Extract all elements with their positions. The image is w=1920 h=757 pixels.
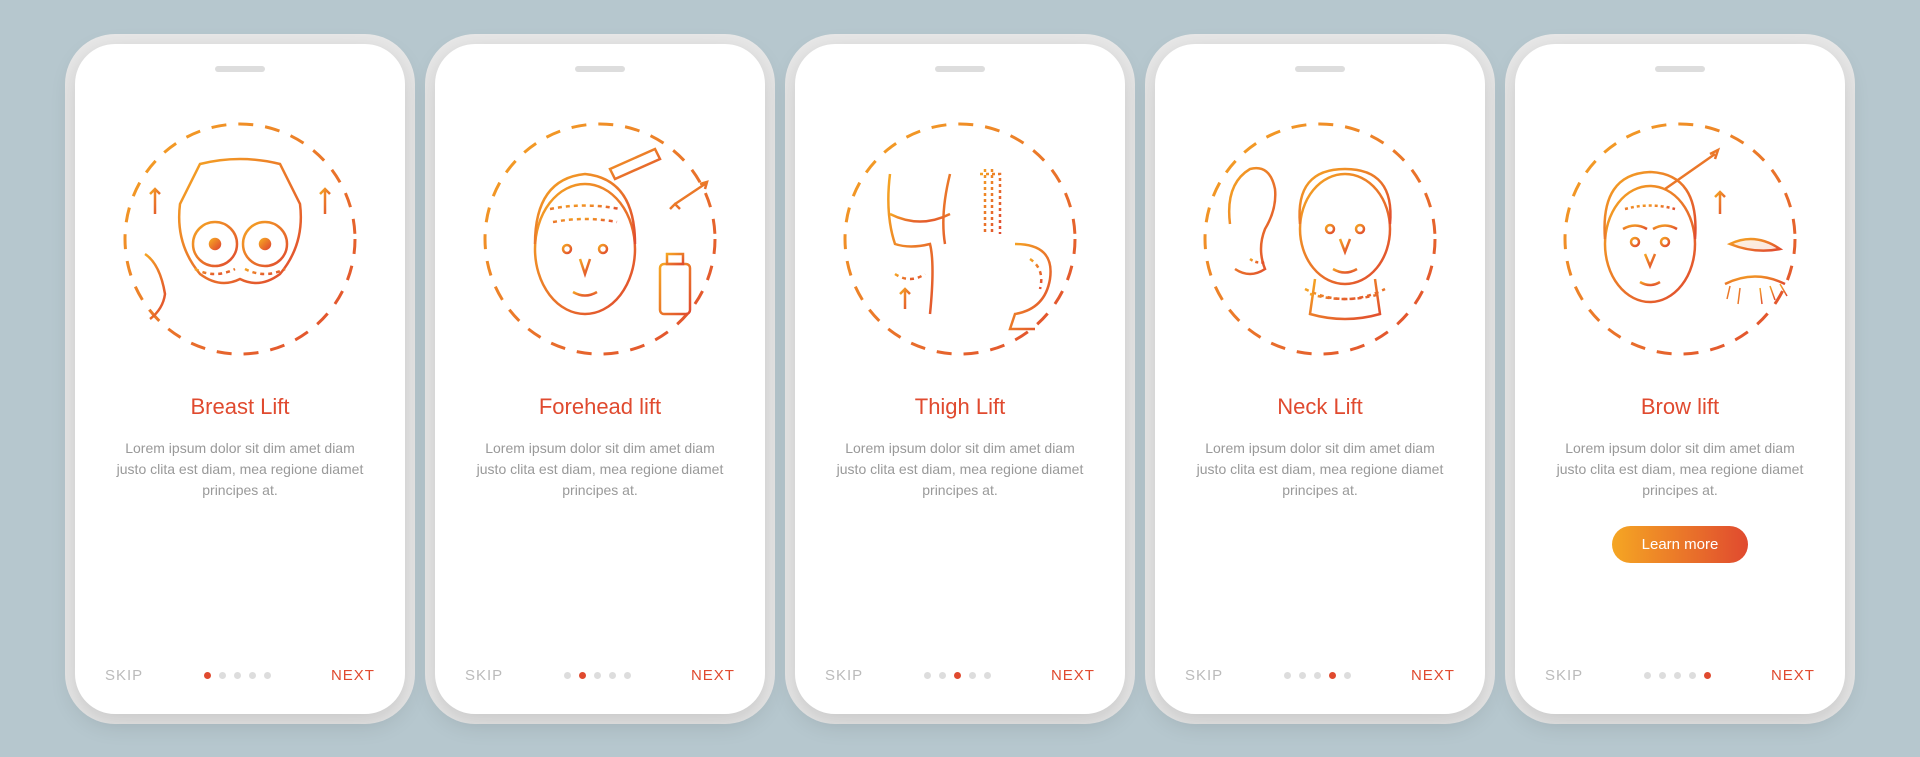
next-button[interactable]: NEXT — [1411, 667, 1455, 684]
onboarding-container: Breast Lift Lorem ipsum dolor sit dim am… — [75, 44, 1845, 714]
screen-description: Lorem ipsum dolor sit dim amet diam just… — [105, 438, 375, 501]
dot — [939, 672, 946, 679]
phone-screen-breast-lift: Breast Lift Lorem ipsum dolor sit dim am… — [75, 44, 405, 714]
skip-button[interactable]: SKIP — [825, 667, 863, 684]
phone-speaker — [215, 66, 265, 72]
next-button[interactable]: NEXT — [1771, 667, 1815, 684]
phone-speaker — [1295, 66, 1345, 72]
skip-button[interactable]: SKIP — [1185, 667, 1223, 684]
page-indicator — [924, 672, 991, 679]
phone-speaker — [575, 66, 625, 72]
dot — [924, 672, 931, 679]
breast-lift-icon — [115, 114, 365, 364]
dot — [1704, 672, 1711, 679]
screen-description: Lorem ipsum dolor sit dim amet diam just… — [1185, 438, 1455, 501]
brow-lift-icon — [1555, 114, 1805, 364]
dot — [969, 672, 976, 679]
next-button[interactable]: NEXT — [1051, 667, 1095, 684]
screen-title: Forehead lift — [539, 394, 661, 420]
phone-screen-thigh-lift: Thigh Lift Lorem ipsum dolor sit dim ame… — [795, 44, 1125, 714]
dot — [234, 672, 241, 679]
dot — [1674, 672, 1681, 679]
dot — [1299, 672, 1306, 679]
page-indicator — [1644, 672, 1711, 679]
dot — [1329, 672, 1336, 679]
nav-row: SKIP NEXT — [105, 667, 375, 684]
learn-more-button[interactable]: Learn more — [1612, 526, 1749, 563]
dot — [609, 672, 616, 679]
phone-screen-neck-lift: Neck Lift Lorem ipsum dolor sit dim amet… — [1155, 44, 1485, 714]
screen-title: Breast Lift — [190, 394, 289, 420]
phone-speaker — [1655, 66, 1705, 72]
skip-button[interactable]: SKIP — [465, 667, 503, 684]
dot — [1344, 672, 1351, 679]
page-indicator — [564, 672, 631, 679]
nav-row: SKIP NEXT — [1185, 667, 1455, 684]
neck-lift-icon — [1195, 114, 1445, 364]
dot — [984, 672, 991, 679]
dot — [1284, 672, 1291, 679]
screen-description: Lorem ipsum dolor sit dim amet diam just… — [825, 438, 1095, 501]
dot — [1689, 672, 1696, 679]
nav-row: SKIP NEXT — [825, 667, 1095, 684]
dot — [264, 672, 271, 679]
screen-title: Thigh Lift — [915, 394, 1006, 420]
forehead-lift-icon — [475, 114, 725, 364]
dot — [1659, 672, 1666, 679]
nav-row: SKIP NEXT — [465, 667, 735, 684]
dot — [954, 672, 961, 679]
dot — [1314, 672, 1321, 679]
phone-speaker — [935, 66, 985, 72]
screen-title: Neck Lift — [1277, 394, 1363, 420]
dot — [249, 672, 256, 679]
next-button[interactable]: NEXT — [691, 667, 735, 684]
dot — [1644, 672, 1651, 679]
dot — [564, 672, 571, 679]
thigh-lift-icon — [835, 114, 1085, 364]
dot — [219, 672, 226, 679]
skip-button[interactable]: SKIP — [1545, 667, 1583, 684]
dot — [204, 672, 211, 679]
phone-screen-brow-lift: Brow lift Lorem ipsum dolor sit dim amet… — [1515, 44, 1845, 714]
page-indicator — [1284, 672, 1351, 679]
nav-row: SKIP NEXT — [1545, 667, 1815, 684]
screen-description: Lorem ipsum dolor sit dim amet diam just… — [465, 438, 735, 501]
dot — [624, 672, 631, 679]
phone-screen-forehead-lift: Forehead lift Lorem ipsum dolor sit dim … — [435, 44, 765, 714]
screen-description: Lorem ipsum dolor sit dim amet diam just… — [1545, 438, 1815, 501]
next-button[interactable]: NEXT — [331, 667, 375, 684]
screen-title: Brow lift — [1641, 394, 1719, 420]
page-indicator — [204, 672, 271, 679]
dot — [579, 672, 586, 679]
skip-button[interactable]: SKIP — [105, 667, 143, 684]
dot — [594, 672, 601, 679]
